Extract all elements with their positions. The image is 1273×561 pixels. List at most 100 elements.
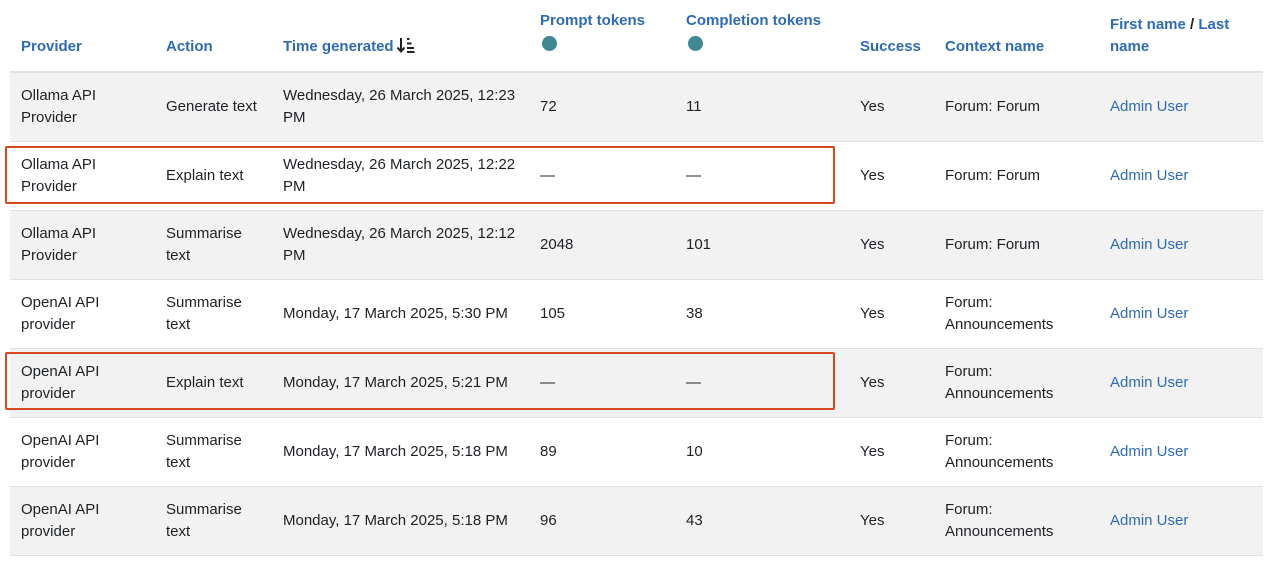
cell-action-text: Summarise text xyxy=(166,224,242,264)
cell-provider-text: OpenAI API provider xyxy=(21,431,100,471)
cell-success: Yes xyxy=(849,141,934,211)
cell-user: Admin User xyxy=(1099,486,1263,556)
cell-action: Explain text xyxy=(155,348,272,418)
cell-prompt-tokens-text: 96 xyxy=(540,511,557,529)
cell-time-generated-text: Wednesday, 26 March 2025, 12:22 PM xyxy=(283,155,516,195)
header-context-name[interactable]: Context name xyxy=(934,0,1099,73)
cell-action-text: Summarise text xyxy=(166,293,242,333)
user-profile-link[interactable]: Admin User xyxy=(1110,98,1188,115)
cell-action: Summarise text xyxy=(155,486,272,556)
user-profile-link[interactable]: Admin User xyxy=(1110,512,1188,529)
question-circle-icon[interactable] xyxy=(542,36,557,51)
cell-provider-text: OpenAI API provider xyxy=(21,293,100,333)
cell-context-name-text: Forum: Announcements xyxy=(945,293,1054,333)
cell-prompt-tokens: — xyxy=(529,141,675,211)
cell-provider: OpenAI API provider xyxy=(10,486,155,556)
header-provider-label[interactable]: Provider xyxy=(21,38,82,55)
cell-success: Yes xyxy=(849,72,934,142)
header-time-generated[interactable]: Time generated xyxy=(272,0,529,73)
cell-prompt-tokens: 72 xyxy=(529,72,675,142)
cell-context-name-text: Forum: Forum xyxy=(945,166,1041,184)
cell-prompt-tokens: 96 xyxy=(529,486,675,556)
cell-action-text: Explain text xyxy=(166,166,244,184)
header-success-label[interactable]: Success xyxy=(860,38,921,55)
cell-context-name: Forum: Announcements xyxy=(934,417,1099,487)
cell-prompt-tokens-text: 89 xyxy=(540,442,557,460)
cell-provider-text: Ollama API Provider xyxy=(21,155,97,195)
header-provider[interactable]: Provider xyxy=(10,0,155,73)
cell-action-text: Explain text xyxy=(166,373,244,391)
cell-context-name-text: Forum: Announcements xyxy=(945,431,1054,471)
user-profile-link[interactable]: Admin User xyxy=(1110,167,1188,184)
header-name-separator: / xyxy=(1190,16,1195,33)
ai-usage-report-table-wrapper: Provider Action Time generated Prompt to… xyxy=(10,0,1263,556)
cell-time-generated: Monday, 17 March 2025, 5:18 PM xyxy=(272,486,529,556)
cell-time-generated-text: Monday, 17 March 2025, 5:30 PM xyxy=(283,304,508,322)
cell-context-name: Forum: Forum xyxy=(934,210,1099,280)
cell-prompt-tokens-text: 2048 xyxy=(540,235,574,253)
header-action-label[interactable]: Action xyxy=(166,38,213,55)
cell-provider: OpenAI API provider xyxy=(10,348,155,418)
cell-completion-tokens: — xyxy=(675,348,849,418)
cell-prompt-tokens-text: — xyxy=(540,166,555,184)
question-circle-icon[interactable] xyxy=(688,36,703,51)
header-user-name: First name / Last name xyxy=(1099,0,1263,73)
cell-action: Explain text xyxy=(155,141,272,211)
cell-success: Yes xyxy=(849,417,934,487)
cell-prompt-tokens-text: 105 xyxy=(540,304,566,322)
cell-time-generated: Wednesday, 26 March 2025, 12:12 PM xyxy=(272,210,529,280)
table-row: OpenAI API provider Summarise text Monday,… xyxy=(10,417,1263,487)
header-context-name-label[interactable]: Context name xyxy=(945,38,1044,55)
cell-action: Summarise text xyxy=(155,210,272,280)
cell-success-text: Yes xyxy=(860,511,885,529)
header-completion-tokens[interactable]: Completion tokens xyxy=(675,0,849,73)
user-profile-link[interactable]: Admin User xyxy=(1110,443,1188,460)
cell-provider: OpenAI API provider xyxy=(10,417,155,487)
user-profile-link[interactable]: Admin User xyxy=(1110,374,1188,391)
cell-provider-text: OpenAI API provider xyxy=(21,500,100,540)
cell-context-name: Forum: Forum xyxy=(934,72,1099,142)
cell-success-text: Yes xyxy=(860,373,885,391)
header-time-generated-label[interactable]: Time generated xyxy=(283,38,394,55)
cell-context-name-text: Forum: Forum xyxy=(945,97,1041,115)
cell-time-generated: Wednesday, 26 March 2025, 12:23 PM xyxy=(272,72,529,142)
header-prompt-tokens-label[interactable]: Prompt tokens xyxy=(540,10,667,32)
sort-descending-icon[interactable] xyxy=(396,37,415,53)
cell-success: Yes xyxy=(849,486,934,556)
table-row: OpenAI API provider Explain text Monday, 1… xyxy=(10,348,1263,418)
cell-completion-tokens: 11 xyxy=(675,72,849,142)
cell-user: Admin User xyxy=(1099,279,1263,349)
header-first-name-label[interactable]: First name xyxy=(1110,16,1186,33)
cell-user: Admin User xyxy=(1099,210,1263,280)
header-action[interactable]: Action xyxy=(155,0,272,73)
cell-context-name-text: Forum: Announcements xyxy=(945,362,1054,402)
cell-prompt-tokens-text: 72 xyxy=(540,97,557,115)
cell-action-text: Summarise text xyxy=(166,500,242,540)
cell-success-text: Yes xyxy=(860,304,885,322)
header-completion-tokens-label[interactable]: Completion tokens xyxy=(686,10,841,32)
cell-success-text: Yes xyxy=(860,166,885,184)
cell-success-text: Yes xyxy=(860,97,885,115)
cell-action: Summarise text xyxy=(155,279,272,349)
user-profile-link[interactable]: Admin User xyxy=(1110,305,1188,322)
table-row: Ollama API Provider Explain text Wednesday… xyxy=(10,141,1263,211)
cell-completion-tokens-text: 10 xyxy=(686,442,703,460)
header-success[interactable]: Success xyxy=(849,0,934,73)
cell-completion-tokens-text: 101 xyxy=(686,235,712,253)
cell-time-generated: Wednesday, 26 March 2025, 12:22 PM xyxy=(272,141,529,211)
cell-context-name: Forum: Announcements xyxy=(934,348,1099,418)
cell-action-text: Summarise text xyxy=(166,431,242,471)
cell-prompt-tokens-text: — xyxy=(540,373,555,391)
cell-user: Admin User xyxy=(1099,417,1263,487)
cell-provider: Ollama API Provider xyxy=(10,72,155,142)
user-profile-link[interactable]: Admin User xyxy=(1110,236,1188,253)
cell-time-generated-text: Monday, 17 March 2025, 5:21 PM xyxy=(283,373,508,391)
cell-action-text: Generate text xyxy=(166,97,257,115)
header-prompt-tokens[interactable]: Prompt tokens xyxy=(529,0,675,73)
ai-usage-report-table: Provider Action Time generated Prompt to… xyxy=(10,0,1263,556)
cell-action: Generate text xyxy=(155,72,272,142)
cell-completion-tokens: 101 xyxy=(675,210,849,280)
cell-completion-tokens: 38 xyxy=(675,279,849,349)
cell-context-name: Forum: Announcements xyxy=(934,486,1099,556)
cell-provider-text: Ollama API Provider xyxy=(21,86,97,126)
